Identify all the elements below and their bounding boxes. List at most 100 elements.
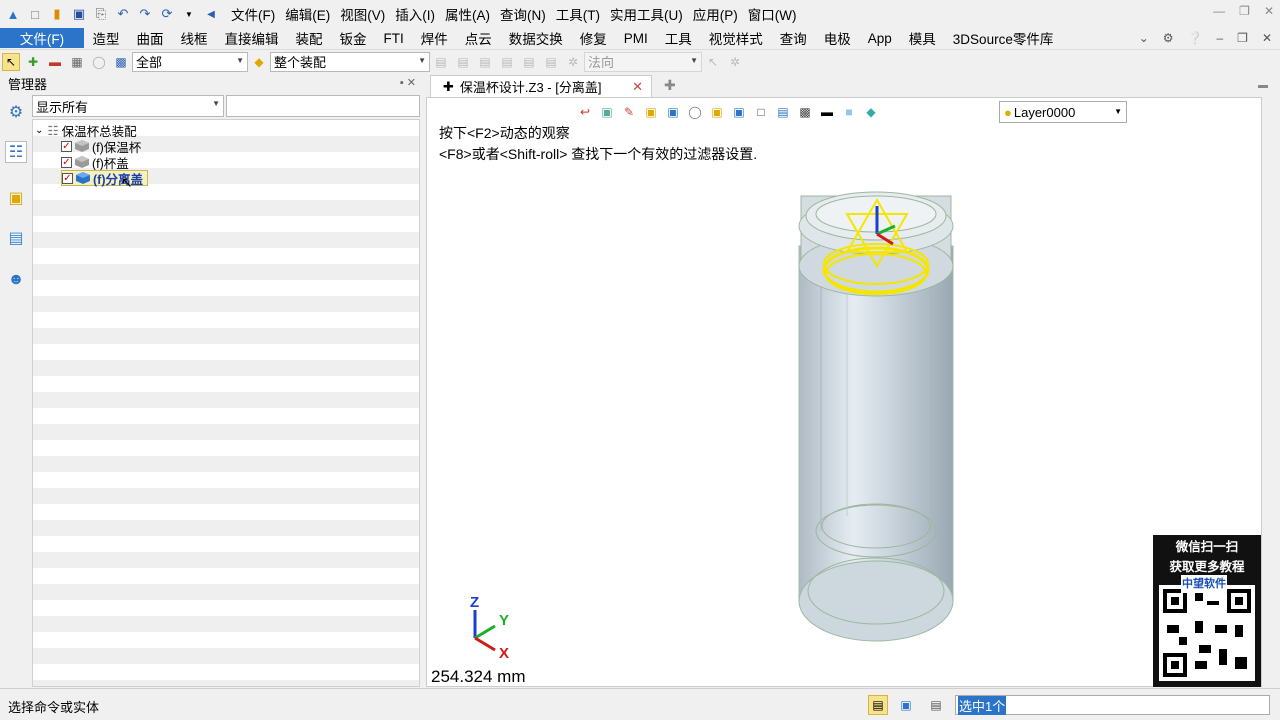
qr-line-1: 微信扫一扫 — [1175, 540, 1239, 554]
assembly-scope-icon[interactable]: ◆ — [250, 53, 268, 71]
visibility-checkbox[interactable]: ✓ — [61, 140, 72, 152]
display-icon[interactable]: ▣ — [896, 695, 916, 715]
tab-wireframe[interactable]: 线框 — [172, 28, 216, 48]
menu-window[interactable]: 窗口(W) — [743, 4, 802, 24]
list-icon[interactable]: ▤ — [926, 695, 946, 715]
pick-cursor-icon[interactable]: ↖ — [2, 52, 20, 71]
visibility-checkbox[interactable]: ✓ — [62, 172, 73, 184]
exit-icon[interactable]: ↩ — [577, 104, 593, 120]
document-tab[interactable]: ✚ 保温杯设计.Z3 - [分离盖] ✕ — [430, 75, 652, 97]
layer-select[interactable]: ● Layer0000 ▼ — [999, 101, 1127, 123]
user-icon[interactable]: ☻ — [5, 269, 27, 291]
tab-collapse-icon[interactable]: ▬ — [1258, 80, 1268, 91]
tab-fti[interactable]: FTI — [375, 31, 412, 46]
customize-dropdown-icon[interactable]: ▼ — [180, 5, 198, 23]
tab-file[interactable]: 文件(F) — [0, 28, 84, 48]
graphics-viewport[interactable]: ↩ ▣ ✎ ▣ ▣ ◯ ▣ ▣ □ ▤ ▩ ▬ ■ ◆ ● Layer0000 … — [426, 97, 1262, 687]
part-icon — [75, 156, 89, 168]
menu-toggle-icon[interactable]: ◀ — [202, 5, 220, 23]
menu-edit[interactable]: 编辑(E) — [280, 4, 335, 24]
add-icon[interactable]: ✚ — [24, 53, 42, 71]
tree-item-selected[interactable]: ✓ (f)分离盖 — [61, 170, 148, 187]
history-manager-icon[interactable]: ⚙ — [5, 101, 27, 123]
new-file-icon[interactable]: □ — [26, 5, 44, 23]
selection-count-field[interactable]: 选中1个 — [955, 695, 1270, 715]
view-cube-icon[interactable]: ▣ — [665, 104, 681, 120]
tab-repair[interactable]: 修复 — [571, 28, 615, 48]
refresh-icon[interactable]: ⟳ — [158, 5, 176, 23]
manager-close-icon[interactable]: ▪ ✕ — [400, 76, 416, 89]
remove-icon[interactable]: ▬ — [46, 53, 64, 71]
shaded-icon[interactable]: ▣ — [643, 104, 659, 120]
menu-file[interactable]: 文件(F) — [226, 4, 280, 24]
tab-data-exchange[interactable]: 数据交换 — [500, 28, 571, 48]
tab-tools[interactable]: 工具 — [656, 28, 700, 48]
zoom-fit-icon[interactable]: ▣ — [731, 104, 747, 120]
undo-icon[interactable]: ↶ — [114, 5, 132, 23]
manager-search-input[interactable] — [226, 95, 420, 117]
sketch-icon[interactable]: ✎ — [621, 104, 637, 120]
tab-visual-style[interactable]: 视觉样式 — [700, 28, 771, 48]
tab-mold[interactable]: 模具 — [900, 28, 944, 48]
tab-pmi[interactable]: PMI — [615, 31, 656, 46]
tab-surface[interactable]: 曲面 — [128, 28, 172, 48]
tab-direct-edit[interactable]: 直接编辑 — [216, 28, 287, 48]
filter-icon[interactable]: ▩ — [112, 53, 130, 71]
doc-close-icon[interactable]: ✕ — [1262, 31, 1272, 45]
ribbon-collapse-icon[interactable]: ⌄ — [1139, 31, 1149, 45]
tab-inquiry[interactable]: 查询 — [771, 28, 815, 48]
layer-icon[interactable]: ◆ — [863, 104, 879, 120]
wireframe-icon[interactable]: ◯ — [687, 104, 703, 120]
tab-sheet-metal[interactable]: 钣金 — [331, 28, 375, 48]
menu-apps[interactable]: 应用(P) — [688, 4, 743, 24]
layout-toggle-icon[interactable]: ▤ — [868, 695, 888, 715]
doc-restore-icon[interactable]: ❐ — [1237, 31, 1248, 45]
tab-modeling[interactable]: 造型 — [84, 28, 128, 48]
tab-3dsource[interactable]: 3DSource零件库 — [944, 28, 1062, 48]
menu-insert[interactable]: 插入(I) — [390, 4, 440, 24]
menu-utilities[interactable]: 实用工具(U) — [605, 4, 688, 24]
redo-icon[interactable]: ↷ — [136, 5, 154, 23]
parts-library-icon[interactable]: ▣ — [5, 187, 27, 209]
image-library-icon[interactable]: ▤ — [5, 227, 27, 249]
tab-point-cloud[interactable]: 点云 — [456, 28, 500, 48]
menu-view[interactable]: 视图(V) — [335, 4, 390, 24]
settings-gear-icon[interactable]: ⚙ — [1163, 31, 1174, 45]
close-window-icon[interactable]: ✕ — [1264, 4, 1274, 18]
menu-tools[interactable]: 工具(T) — [551, 4, 605, 24]
restore-icon[interactable]: ❐ — [1239, 4, 1250, 18]
save-icon[interactable]: ▣ — [70, 5, 88, 23]
render-mode-icon[interactable]: ▣ — [599, 104, 615, 120]
box-icon[interactable]: ▣ — [709, 104, 725, 120]
help-icon[interactable]: ❔ — [1188, 31, 1203, 45]
assembly-manager-icon[interactable]: ☷ — [5, 141, 27, 163]
close-tab-icon[interactable]: ✕ — [632, 79, 643, 95]
cup-3d-model[interactable] — [795, 186, 959, 646]
open-file-icon[interactable]: ▮ — [48, 5, 66, 23]
tab-app[interactable]: App — [859, 31, 900, 46]
minimize-icon[interactable]: — — [1213, 4, 1225, 18]
active-part-icon — [76, 172, 90, 184]
tab-electrode[interactable]: 电极 — [815, 28, 859, 48]
tab-weldment[interactable]: 焊件 — [412, 28, 456, 48]
section-icon[interactable]: ▤ — [775, 104, 791, 120]
frame-icon[interactable]: □ — [753, 104, 769, 120]
app-logo-icon[interactable]: ▲ — [4, 5, 22, 23]
menu-query[interactable]: 查询(N) — [495, 4, 551, 24]
doc-minimize-icon[interactable]: – — [1216, 31, 1223, 45]
background-icon[interactable]: ▩ — [797, 104, 813, 120]
print-icon[interactable]: ⎘ — [92, 5, 110, 23]
face-color-icon[interactable]: ■ — [841, 104, 857, 120]
menu-attributes[interactable]: 属性(A) — [440, 4, 495, 24]
expand-chevron-icon[interactable]: ⌄ — [35, 125, 43, 136]
entity-filter-select[interactable]: 全部 ▼ — [132, 51, 248, 72]
display-filter-select[interactable]: 显示所有 ▼ — [32, 95, 224, 117]
tab-assembly[interactable]: 装配 — [287, 28, 331, 48]
lasso-icon[interactable]: ◯ — [90, 53, 108, 71]
new-tab-icon[interactable]: ✚ — [664, 77, 676, 94]
scope-select[interactable]: 整个装配 ▼ — [270, 51, 430, 72]
box-select-icon[interactable]: ▦ — [68, 53, 86, 71]
direction-select[interactable]: 法向 ▼ — [584, 51, 702, 72]
visibility-checkbox[interactable]: ✓ — [61, 156, 72, 168]
line-color-icon[interactable]: ▬ — [819, 104, 835, 120]
